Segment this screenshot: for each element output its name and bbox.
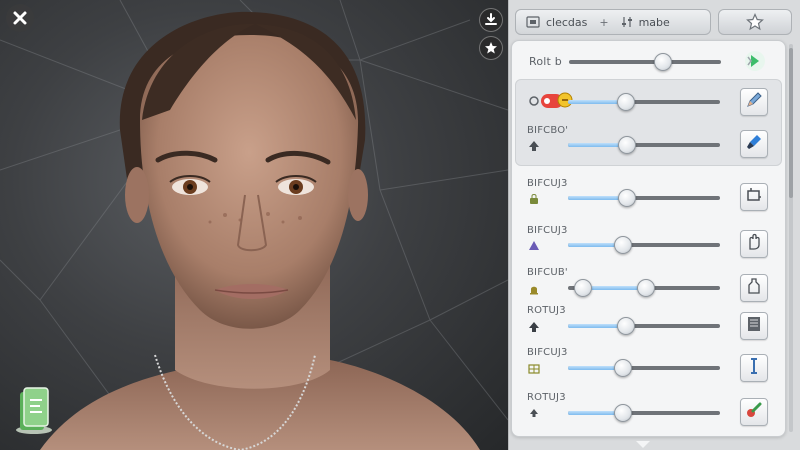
row-slider[interactable] (568, 236, 720, 254)
row-label: BIFCUJ3 (527, 225, 568, 236)
crop-icon (745, 186, 763, 208)
slider-track (569, 60, 721, 64)
tab-category[interactable]: clecdas + mabe (515, 9, 711, 35)
pencil-button[interactable] (740, 88, 768, 116)
bottle-button[interactable] (740, 274, 768, 302)
row-label: BIFCUB' (527, 267, 568, 278)
text-cursor-button[interactable] (740, 354, 768, 382)
text-cursor-icon (745, 357, 763, 379)
scrollbar-thumb[interactable] (789, 48, 793, 198)
hand-button[interactable] (740, 230, 768, 258)
up-arrow-icon (528, 140, 540, 152)
book-icon (745, 315, 763, 337)
slider-knob[interactable] (613, 236, 632, 254)
dot-arrow-icon (528, 321, 540, 333)
brush-button[interactable] (740, 130, 768, 158)
paint-tool-icon (745, 401, 763, 423)
paint-tool-button[interactable] (740, 398, 768, 426)
tab-separator: + (599, 15, 609, 29)
sliders-icon (621, 17, 632, 27)
tab-secondary-label: mabe (638, 15, 670, 29)
tab-category-label: clecdas (546, 15, 588, 29)
panel-scrollbar[interactable] (789, 44, 793, 432)
row-label: BIFCUJ3 (527, 347, 568, 358)
favorite-button[interactable] (479, 36, 503, 60)
row-slider[interactable] (568, 279, 720, 297)
top-row-label: Rolt b (529, 55, 562, 68)
slider-knob[interactable] (613, 359, 632, 377)
brush-icon (745, 133, 763, 155)
row-slider[interactable] (568, 404, 720, 422)
row-slider[interactable] (568, 93, 720, 111)
row-label: ROTUJ3 (527, 392, 566, 403)
star-icon (746, 13, 764, 31)
panel-tabs: clecdas + mabe (515, 9, 795, 35)
slider-knob[interactable] (574, 279, 593, 297)
slider-knob[interactable] (613, 404, 632, 422)
download-button[interactable] (479, 8, 503, 32)
pencil-icon (745, 91, 763, 113)
row-label: BIFCBO' (527, 125, 569, 136)
frame-icon (526, 16, 540, 28)
scroll-down-icon[interactable] (636, 441, 650, 448)
slider-knob[interactable] (616, 317, 635, 335)
download-icon (485, 13, 497, 25)
app-logo-icon (16, 387, 52, 434)
crop-button[interactable] (740, 183, 768, 211)
slider-knob[interactable] (636, 279, 655, 297)
play-forward-icon (745, 51, 765, 71)
small-up-icon (528, 407, 540, 419)
row-slider[interactable] (568, 359, 720, 377)
favorites-tab[interactable] (718, 9, 792, 35)
character-portrait (40, 11, 480, 450)
book-button[interactable] (740, 312, 768, 340)
play-forward-button[interactable] (741, 47, 769, 75)
slider-knob[interactable] (618, 136, 637, 154)
grid-icon (528, 363, 540, 375)
bell-icon (528, 284, 540, 296)
hand-icon (745, 233, 763, 255)
row-label: BIFCUJ3 (527, 178, 568, 189)
bottle-icon (745, 277, 763, 299)
top-row-slider[interactable] (569, 53, 721, 71)
triangle-up-icon (528, 240, 540, 252)
lock-icon (528, 193, 540, 205)
close-icon (13, 11, 27, 25)
row-label: ROTUJ3 (527, 305, 566, 316)
slider-knob[interactable] (654, 53, 673, 71)
close-button[interactable] (6, 4, 34, 32)
row-slider[interactable] (568, 136, 720, 154)
row-slider[interactable] (568, 189, 720, 207)
star-badge-icon (485, 42, 497, 54)
row-slider[interactable] (568, 317, 720, 335)
character-viewport[interactable] (0, 0, 508, 450)
slider-knob[interactable] (616, 93, 635, 111)
slider-knob[interactable] (618, 189, 637, 207)
